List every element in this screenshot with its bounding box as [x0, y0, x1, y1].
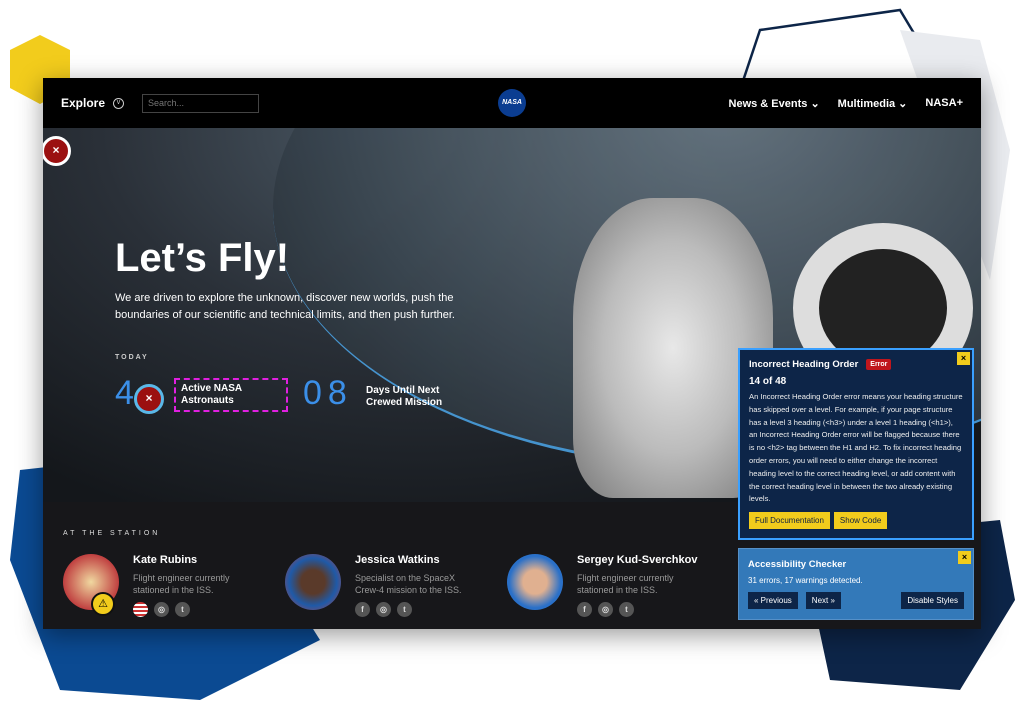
- accessibility-checker-panel: × Accessibility Checker 31 errors, 17 wa…: [738, 548, 974, 620]
- twitter-icon[interactable]: t: [175, 602, 190, 617]
- issue-title: Incorrect Heading Order: [749, 359, 859, 370]
- facebook-icon[interactable]: f: [355, 602, 370, 617]
- stat-astronauts-value: 4: [115, 374, 134, 412]
- close-issue-button[interactable]: ×: [957, 352, 970, 365]
- issue-panel: × Incorrect Heading Order Error 14 of 48 …: [738, 348, 974, 540]
- full-documentation-button[interactable]: Full Documentation: [749, 512, 830, 530]
- person-name: Sergey Kud-Sverchkov: [577, 554, 698, 566]
- hero-title: Let’s Fly!: [115, 236, 290, 280]
- avatar: ⚠: [63, 554, 119, 616]
- issue-count: 14 of 48: [749, 376, 787, 387]
- nav-multimedia[interactable]: Multimedia ⌄: [838, 97, 908, 110]
- explore-menu[interactable]: Explore: [61, 96, 105, 110]
- person-name: Jessica Watkins: [355, 554, 440, 566]
- previous-button[interactable]: « Previous: [748, 592, 798, 609]
- nav-nasa-plus[interactable]: NASA+: [925, 97, 963, 110]
- checker-summary: 31 errors, 17 warnings detected.: [748, 576, 863, 585]
- warning-icon[interactable]: ⚠: [91, 592, 115, 616]
- avatar: [507, 554, 563, 610]
- facebook-icon[interactable]: f: [577, 602, 592, 617]
- instagram-icon[interactable]: ◎: [376, 602, 391, 617]
- person-name: Kate Rubins: [133, 554, 198, 566]
- person-desc: Specialist on the SpaceX Crew-4 mission …: [355, 573, 462, 595]
- issue-description: An Incorrect Heading Order error means y…: [749, 392, 963, 504]
- station-title: AT THE STATION: [63, 530, 161, 537]
- error-marker-icon[interactable]: ×: [43, 136, 71, 166]
- twitter-icon[interactable]: t: [397, 602, 412, 617]
- stat-days-label: Days Until Next Crewed Mission: [366, 385, 443, 408]
- search-input[interactable]: [142, 93, 260, 113]
- person-desc: Flight engineer currently stationed in t…: [577, 573, 674, 595]
- error-badge: Error: [866, 359, 892, 370]
- stat-astronauts-label: Active NASA Astronauts: [174, 378, 288, 412]
- person-card: Jessica Watkins Specialist on the SpaceX …: [285, 554, 475, 617]
- nasa-logo[interactable]: NASA: [498, 89, 526, 117]
- nav-news-events[interactable]: News & Events ⌄: [729, 97, 820, 110]
- stat-days-value: 08: [303, 374, 353, 412]
- top-nav: Explore v NASA News & Events ⌄ Multimedi…: [43, 78, 981, 128]
- us-flag-icon[interactable]: [133, 602, 148, 617]
- hero-lead: We are driven to explore the unknown, di…: [115, 292, 455, 321]
- error-marker-icon[interactable]: ×: [134, 384, 164, 414]
- twitter-icon[interactable]: t: [619, 602, 634, 617]
- instagram-icon[interactable]: ◎: [598, 602, 613, 617]
- next-button[interactable]: Next »: [805, 592, 841, 609]
- chevron-down-icon[interactable]: v: [113, 97, 125, 109]
- checker-title: Accessibility Checker: [748, 559, 847, 570]
- person-desc: Flight engineer currently stationed in t…: [133, 573, 230, 595]
- show-code-button[interactable]: Show Code: [833, 512, 888, 530]
- today-label: TODAY: [115, 354, 149, 361]
- disable-styles-button[interactable]: Disable Styles: [901, 592, 964, 609]
- avatar: [285, 554, 341, 610]
- person-card: Sergey Kud-Sverchkov Flight engineer curr…: [507, 554, 697, 617]
- instagram-icon[interactable]: ◎: [154, 602, 169, 617]
- close-checker-button[interactable]: ×: [958, 551, 971, 564]
- person-card: ⚠ Kate Rubins Flight engineer currently s…: [63, 554, 253, 617]
